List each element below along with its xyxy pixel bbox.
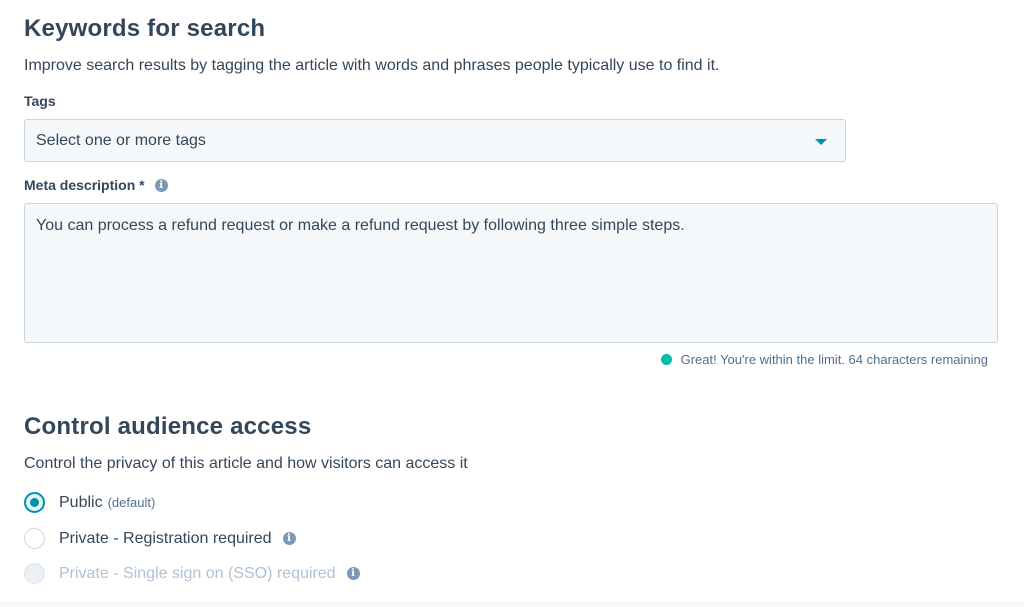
- character-count-text: Great! You're within the limit. 64 chara…: [680, 352, 988, 367]
- radio-option-registration[interactable]: Private - Registration required i: [24, 528, 296, 549]
- status-dot-icon: [660, 354, 672, 365]
- tags-select[interactable]: Select one or more tags: [24, 119, 846, 162]
- tags-label: Tags: [24, 93, 56, 109]
- access-title: Control audience access: [24, 413, 312, 440]
- radio-button-public[interactable]: [24, 492, 45, 513]
- radio-label-public: Public: [59, 493, 103, 511]
- chevron-down-icon: [815, 139, 827, 145]
- tags-label-text: Tags: [24, 93, 56, 109]
- radio-button-sso: [24, 563, 45, 584]
- radio-option-sso: Private - Single sign on (SSO) required …: [24, 563, 360, 584]
- meta-description-label: Meta description * i: [24, 177, 168, 193]
- meta-description-label-text: Meta description *: [24, 177, 145, 193]
- radio-option-public[interactable]: Public (default): [24, 492, 155, 513]
- keywords-description: Improve search results by tagging the ar…: [24, 57, 720, 74]
- character-count-helper: Great! You're within the limit. 64 chara…: [660, 352, 988, 367]
- info-icon[interactable]: i: [346, 567, 360, 580]
- keywords-title: Keywords for search: [24, 15, 266, 42]
- meta-description-textarea[interactable]: You can process a refund request or make…: [24, 203, 998, 343]
- meta-description-value: You can process a refund request or make…: [36, 217, 685, 234]
- bottom-divider: [0, 601, 1024, 607]
- radio-button-registration[interactable]: [24, 528, 45, 549]
- access-description: Control the privacy of this article and …: [24, 455, 468, 472]
- radio-label-registration: Private - Registration required: [59, 529, 272, 547]
- radio-label-sso: Private - Single sign on (SSO) required: [59, 564, 336, 582]
- info-icon[interactable]: i: [282, 532, 296, 545]
- default-note: (default): [107, 495, 156, 510]
- info-icon[interactable]: i: [154, 178, 168, 192]
- tags-select-placeholder: Select one or more tags: [36, 131, 206, 149]
